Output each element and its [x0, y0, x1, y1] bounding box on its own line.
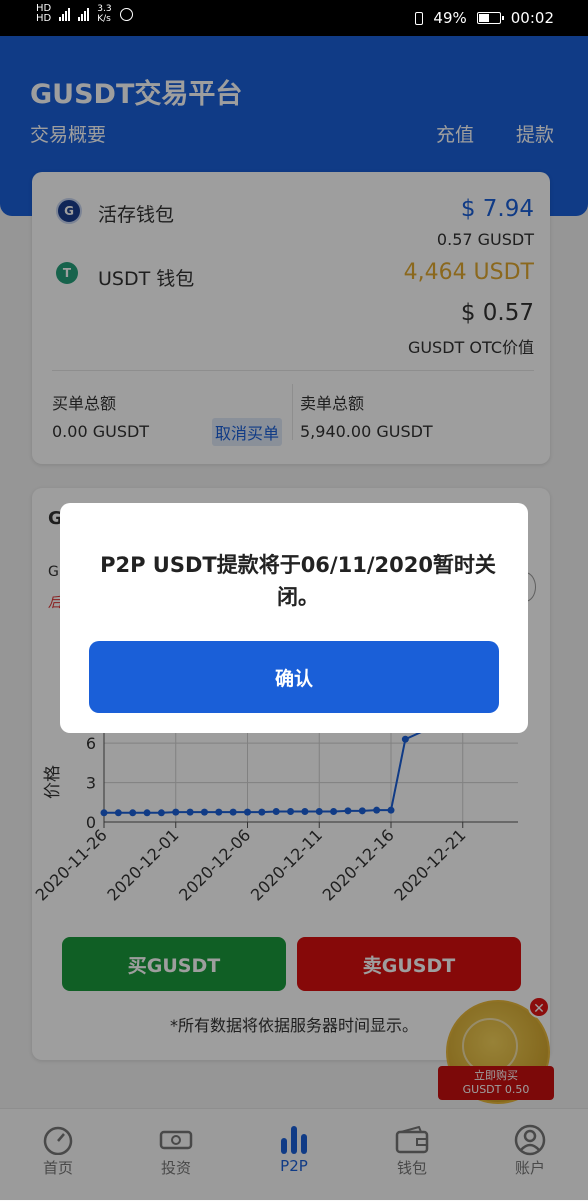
confirm-button[interactable]: 确认: [89, 641, 499, 713]
dialog-message: P2P USDT提款将于06/11/2020暂时关闭。: [100, 553, 496, 609]
notice-dialog: P2P USDT提款将于06/11/2020暂时关闭。 确认: [60, 503, 528, 733]
